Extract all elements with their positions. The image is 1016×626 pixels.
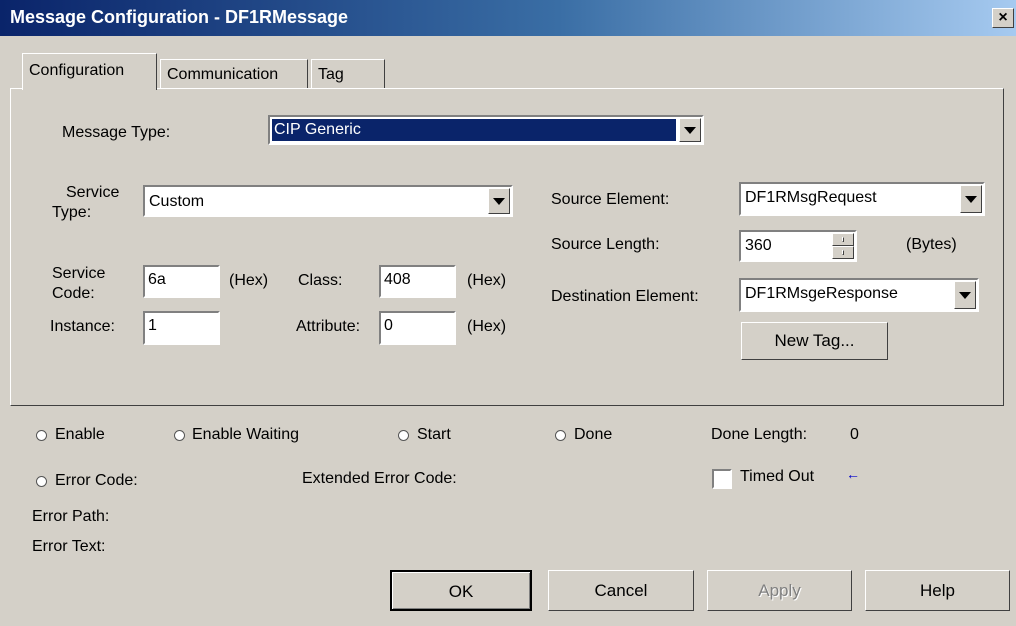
- message-type-label: Message Type:: [62, 124, 171, 141]
- bytes-label: (Bytes): [906, 236, 957, 253]
- tab-configuration[interactable]: Configuration: [22, 53, 157, 90]
- new-tag-button-label: New Tag...: [774, 331, 855, 350]
- chevron-down-icon: [493, 197, 505, 205]
- tab-tag-label: Tag: [318, 66, 344, 83]
- destination-element-dropdown-button[interactable]: [954, 281, 976, 309]
- enable-indicator-icon: [36, 430, 47, 441]
- title-bar: Message Configuration - DF1RMessage ×: [0, 0, 1016, 36]
- cancel-button[interactable]: Cancel: [548, 570, 694, 611]
- extended-error-code-label: Extended Error Code:: [302, 470, 457, 487]
- instance-input[interactable]: 1: [143, 311, 220, 345]
- source-element-value: DF1RMsgRequest: [745, 189, 877, 206]
- done-label: Done: [574, 426, 613, 443]
- window-title: Message Configuration - DF1RMessage: [10, 7, 349, 27]
- done-length-label: Done Length:: [711, 426, 808, 443]
- done-length-value: 0: [850, 426, 859, 443]
- destination-element-value: DF1RMsgeResponse: [745, 285, 898, 302]
- new-tag-button[interactable]: New Tag...: [741, 322, 888, 360]
- spin-up-button[interactable]: [832, 233, 854, 246]
- help-button-label: Help: [920, 581, 955, 600]
- chevron-down-icon: [842, 249, 844, 256]
- chevron-down-icon: [959, 291, 971, 299]
- service-code-hex-label: (Hex): [229, 272, 269, 289]
- chevron-down-icon: [684, 126, 696, 134]
- apply-button[interactable]: Apply: [707, 570, 852, 611]
- error-text-label: Error Text:: [32, 538, 106, 555]
- timed-out-checkbox[interactable]: [712, 469, 732, 489]
- source-element-label: Source Element:: [551, 191, 670, 208]
- source-length-input[interactable]: 360: [739, 230, 857, 262]
- service-type-value: Custom: [149, 193, 205, 210]
- attribute-hex-label: (Hex): [467, 318, 507, 335]
- source-length-spinner[interactable]: [832, 233, 854, 259]
- service-type-dropdown-button[interactable]: [488, 188, 510, 214]
- class-hex-label: (Hex): [467, 272, 507, 289]
- cancel-button-label: Cancel: [594, 581, 648, 600]
- error-path-label: Error Path:: [32, 508, 110, 525]
- tab-configuration-label: Configuration: [29, 62, 125, 79]
- service-type-label-line1: Service: [66, 184, 120, 201]
- apply-button-label: Apply: [758, 581, 801, 600]
- enable-waiting-indicator-icon: [174, 430, 185, 441]
- close-button[interactable]: ×: [992, 8, 1014, 28]
- attribute-label: Attribute:: [296, 318, 361, 335]
- start-label: Start: [417, 426, 451, 443]
- class-label: Class:: [298, 272, 343, 289]
- done-indicator-icon: [555, 430, 566, 441]
- source-length-value: 360: [745, 237, 772, 254]
- source-element-dropdown-button[interactable]: [960, 185, 982, 213]
- service-code-input[interactable]: 6a: [143, 265, 220, 298]
- error-code-indicator-icon: [36, 476, 47, 487]
- message-type-select[interactable]: CIP Generic: [268, 115, 704, 145]
- attribute-input[interactable]: 0: [379, 311, 456, 345]
- tab-tag[interactable]: Tag: [311, 59, 385, 89]
- source-length-label: Source Length:: [551, 236, 660, 253]
- enable-waiting-label: Enable Waiting: [192, 426, 300, 443]
- chevron-down-icon: [965, 195, 977, 203]
- ok-button-label: OK: [448, 582, 474, 601]
- instance-label: Instance:: [50, 318, 115, 335]
- destination-element-label: Destination Element:: [551, 288, 699, 305]
- chevron-up-icon: [842, 236, 844, 243]
- destination-element-select[interactable]: DF1RMsgeResponse: [739, 278, 979, 312]
- close-icon: ×: [998, 9, 1008, 26]
- message-type-value: CIP Generic: [274, 121, 361, 138]
- ok-button[interactable]: OK: [390, 570, 532, 611]
- spin-down-button[interactable]: [832, 246, 854, 259]
- source-element-select[interactable]: DF1RMsgRequest: [739, 182, 985, 216]
- tab-communication-label: Communication: [167, 66, 279, 83]
- service-code-label-line1: Service: [52, 265, 106, 282]
- tab-communication[interactable]: Communication: [160, 59, 308, 89]
- message-type-dropdown-button[interactable]: [679, 118, 701, 142]
- error-code-label: Error Code:: [55, 472, 138, 489]
- start-indicator-icon: [398, 430, 409, 441]
- service-code-label-line2: Code:: [52, 285, 95, 302]
- service-type-select[interactable]: Custom: [143, 185, 513, 217]
- timed-out-label: Timed Out: [740, 468, 815, 485]
- service-type-label-line2: Type:: [52, 204, 92, 221]
- arrow-left-icon: ←: [846, 466, 860, 482]
- class-input[interactable]: 408: [379, 265, 456, 298]
- enable-label: Enable: [55, 426, 105, 443]
- help-button[interactable]: Help: [865, 570, 1010, 611]
